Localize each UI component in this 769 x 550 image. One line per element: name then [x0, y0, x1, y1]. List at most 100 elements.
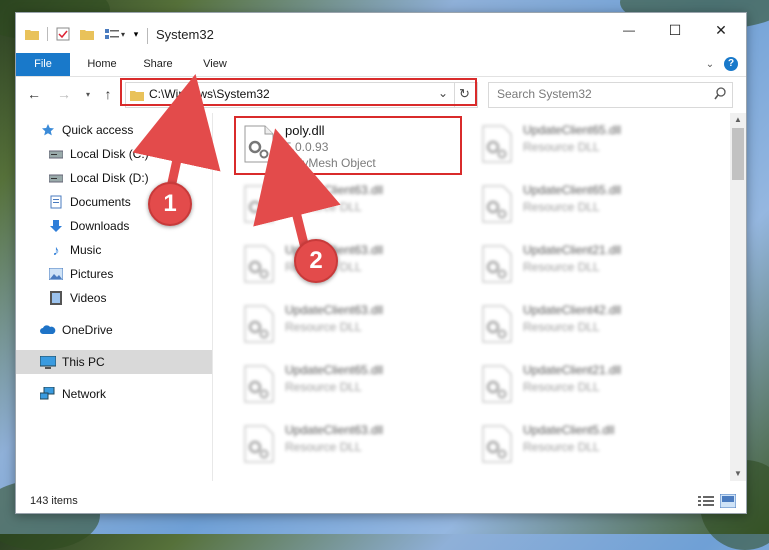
file-tile[interactable]: UpdateClient21.dll Resource DLL	[473, 239, 703, 295]
file-tile[interactable]: UpdateClient63.dll Resource DLL	[235, 299, 465, 355]
file-tile[interactable]: UpdateClient63.dll Resource DLL	[235, 239, 465, 295]
sidebar-item-label: Downloads	[70, 219, 130, 233]
download-icon	[48, 218, 64, 234]
sidebar-item-label: Pictures	[70, 267, 114, 281]
dll-file-icon	[481, 125, 513, 163]
sidebar-item-label: Documents	[70, 195, 131, 209]
file-description: Resource DLL	[523, 380, 600, 394]
file-name: UpdateClient65.dll	[523, 183, 622, 197]
minimize-button[interactable]: —	[606, 13, 652, 47]
tab-file[interactable]: File	[16, 53, 70, 76]
vertical-scrollbar[interactable]: ▲ ▼	[730, 113, 746, 481]
sidebar-item-onedrive[interactable]: OneDrive	[16, 318, 235, 342]
sidebar-item-local-disk-c[interactable]: Local Disk (C:) 📌	[16, 142, 243, 166]
dll-file-icon	[481, 305, 513, 343]
forward-arrow-icon[interactable]: →	[54, 85, 74, 103]
help-glyph: ?	[724, 57, 738, 71]
tab-share[interactable]: Share	[134, 53, 182, 76]
sidebar-item-label: Local Disk (D:)	[70, 171, 149, 185]
file-description: Resource DLL	[523, 320, 600, 334]
sidebar-item-music[interactable]: ♪ Music 📌	[16, 238, 243, 262]
file-name: UpdateClient42.dll	[523, 303, 622, 317]
details-view-icon[interactable]	[698, 495, 714, 510]
file-name: UpdateClient65.dll	[523, 123, 622, 137]
dll-file-icon	[243, 245, 275, 283]
customize-toolbar-icon[interactable]: ▾	[100, 25, 130, 43]
search-input[interactable]: Search System32	[488, 82, 733, 108]
dll-file-icon	[481, 245, 513, 283]
file-description: Resource DLL	[285, 380, 362, 394]
file-description: Resource DLL	[523, 200, 600, 214]
file-name: UpdateClient63.dll	[285, 183, 384, 197]
properties-icon[interactable]	[54, 25, 72, 43]
sidebar-item-videos[interactable]: Videos 📌	[16, 286, 243, 310]
dll-file-icon	[481, 365, 513, 403]
cloud-icon	[40, 322, 56, 338]
back-arrow-icon[interactable]: ←	[24, 85, 44, 103]
status-bar: 143 items	[16, 491, 746, 513]
large-icons-view-icon[interactable]	[719, 493, 737, 511]
file-highlight	[234, 116, 462, 175]
new-folder-icon[interactable]	[78, 25, 96, 43]
sidebar-item-downloads[interactable]: Downloads 📌	[16, 214, 243, 238]
maximize-button[interactable]: ☐	[652, 13, 698, 47]
file-tile[interactable]: UpdateClient63.dll Resource DLL	[235, 419, 465, 475]
file-description: Resource DLL	[523, 440, 600, 454]
sidebar-item-label: Local Disk (C:)	[70, 147, 149, 161]
star-icon	[40, 122, 56, 138]
quick-access-dropdown-icon[interactable]: ▾	[130, 25, 142, 43]
chevron-down-icon[interactable]: ⌄	[700, 53, 720, 76]
scrollbar-thumb[interactable]	[732, 128, 744, 180]
search-icon[interactable]	[714, 87, 726, 106]
file-tile[interactable]: UpdateClient65.dll Resource DLL	[473, 179, 703, 235]
file-name: UpdateClient5.dll	[523, 423, 615, 437]
close-button[interactable]: ✕	[698, 13, 744, 47]
file-tile[interactable]: UpdateClient65.dll Resource DLL	[473, 119, 703, 175]
file-name: UpdateClient65.dll	[285, 363, 384, 377]
pictures-icon	[48, 266, 64, 282]
file-name: UpdateClient63.dll	[285, 303, 384, 317]
dll-file-icon	[481, 425, 513, 463]
file-tile[interactable]: UpdateClient63.dll Resource DLL	[235, 179, 465, 235]
window-title: System32	[156, 27, 214, 42]
tab-view[interactable]: View	[191, 53, 239, 76]
file-tile[interactable]: UpdateClient42.dll Resource DLL	[473, 299, 703, 355]
tab-home[interactable]: Home	[78, 53, 126, 76]
folder-icon	[24, 25, 40, 43]
separator	[147, 28, 148, 44]
file-name: UpdateClient21.dll	[523, 363, 622, 377]
file-description: Resource DLL	[285, 440, 362, 454]
help-icon[interactable]: ?	[724, 53, 740, 76]
sidebar-item-local-disk-d[interactable]: Local Disk (D:) 📌	[16, 166, 243, 190]
dll-file-icon	[243, 185, 275, 223]
step-1-callout: 1	[148, 182, 192, 226]
network-icon	[40, 386, 56, 402]
videos-icon	[48, 290, 64, 306]
file-tile[interactable]: UpdateClient21.dll Resource DLL	[473, 359, 703, 415]
sidebar-item-pictures[interactable]: Pictures 📌	[16, 262, 243, 286]
file-name: UpdateClient21.dll	[523, 243, 622, 257]
sidebar-item-label: This PC	[62, 355, 105, 369]
title-bar: ▾ ▾ System32 — ☐ ✕	[16, 13, 746, 53]
sidebar-item-quick-access[interactable]: Quick access	[16, 118, 235, 142]
item-count: 143 items	[30, 495, 78, 507]
file-tile[interactable]: UpdateClient65.dll Resource DLL	[235, 359, 465, 415]
dll-file-icon	[243, 365, 275, 403]
music-icon: ♪	[52, 242, 60, 258]
sidebar-item-this-pc[interactable]: This PC	[16, 350, 235, 374]
scroll-up-arrow-icon[interactable]: ▲	[730, 113, 746, 127]
sidebar-item-label: Network	[62, 387, 107, 401]
sidebar-item-documents[interactable]: Documents 📌	[16, 190, 243, 214]
up-arrow-icon[interactable]: ↑	[98, 85, 118, 103]
file-description: Resource DLL	[285, 200, 362, 214]
sidebar-item-label: Videos	[70, 291, 107, 305]
sidebar-item-label: Music	[70, 243, 102, 257]
sidebar-item-label: OneDrive	[62, 323, 113, 337]
ribbon-tabs: File Home Share View ⌄ ?	[16, 53, 746, 77]
computer-icon	[40, 354, 56, 370]
file-tile[interactable]: UpdateClient5.dll Resource DLL	[473, 419, 703, 475]
sidebar-item-network[interactable]: Network	[16, 382, 235, 406]
file-description: Resource DLL	[285, 320, 362, 334]
scroll-down-arrow-icon[interactable]: ▼	[730, 467, 746, 481]
recent-locations-icon[interactable]: ▾	[78, 85, 98, 103]
